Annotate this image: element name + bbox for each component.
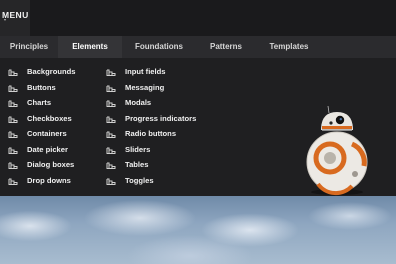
component-icon	[106, 116, 116, 123]
menu-item-charts[interactable]: Charts	[8, 95, 76, 111]
tab-templates[interactable]: Templates	[256, 36, 322, 58]
component-icon	[8, 69, 18, 76]
menu-item-label: Drop downs	[27, 175, 71, 185]
menu-item-modals[interactable]: Modals	[106, 95, 196, 111]
component-icon	[8, 147, 18, 154]
menu-item-label: Dialog boxes	[27, 160, 75, 169]
menu-item-label: Progress indicators	[125, 113, 197, 123]
menu-item-label: Toggles	[125, 175, 154, 185]
menu-item-drop-downs[interactable]: Drop downs	[8, 173, 76, 189]
caret-down-icon	[4, 19, 6, 21]
bb8-droid-image	[306, 105, 368, 196]
menu-item-label: Containers	[27, 129, 67, 138]
tab-bar: Principles Elements Foundations Patterns…	[0, 36, 396, 58]
elements-column-2: Input fields Messaging Modals Progress indi…	[106, 64, 196, 188]
menu-item-toggles[interactable]: Toggles	[106, 173, 196, 189]
component-icon	[106, 147, 116, 154]
menu-item-backgrounds[interactable]: Backgrounds	[8, 64, 76, 80]
menu-item-containers[interactable]: Containers	[8, 126, 76, 142]
menu-item-radio-buttons[interactable]: Radio buttons	[106, 126, 196, 142]
tab-patterns[interactable]: Patterns	[196, 36, 256, 58]
menu-item-tables[interactable]: Tables	[106, 157, 196, 173]
menu-item-sliders[interactable]: Sliders	[106, 142, 196, 158]
component-icon	[8, 162, 18, 169]
menu-item-label: Buttons	[27, 82, 56, 92]
tab-principles[interactable]: Principles	[0, 36, 58, 58]
component-icon	[8, 100, 18, 107]
menu-item-label: Backgrounds	[27, 67, 76, 76]
component-icon	[8, 131, 18, 138]
menu-item-progress-indicators[interactable]: Progress indicators	[106, 111, 196, 127]
menu-button[interactable]: MENU	[0, 0, 30, 36]
menu-item-input-fields[interactable]: Input fields	[106, 64, 196, 80]
menu-item-label: Messaging	[125, 82, 165, 92]
component-icon	[106, 178, 116, 185]
component-icon	[106, 162, 116, 169]
menu-item-label: Checkboxes	[27, 113, 72, 123]
menu-item-buttons[interactable]: Buttons	[8, 80, 76, 96]
top-bar: MENU	[0, 0, 396, 36]
sky-background-image	[0, 196, 396, 264]
component-icon	[8, 85, 18, 92]
component-icon	[8, 178, 18, 185]
menu-item-dialog-boxes[interactable]: Dialog boxes	[8, 157, 76, 173]
tab-foundations[interactable]: Foundations	[122, 36, 196, 58]
component-icon	[106, 100, 116, 107]
menu-item-date-picker[interactable]: Date picker	[8, 142, 76, 158]
menu-item-label: Date picker	[27, 144, 68, 154]
menu-item-messaging[interactable]: Messaging	[106, 80, 196, 96]
elements-column-1: Backgrounds Buttons Charts Checkboxes Contai…	[8, 64, 76, 188]
menu-item-label: Modals	[125, 98, 152, 107]
component-icon	[8, 116, 18, 123]
menu-item-label: Charts	[27, 98, 52, 107]
tab-elements[interactable]: Elements	[58, 36, 122, 58]
menu-item-label: Input fields	[125, 67, 166, 76]
menu-item-label: Radio buttons	[125, 129, 177, 138]
menu-item-label: Tables	[125, 160, 149, 169]
component-icon	[106, 69, 116, 76]
menu-item-label: Sliders	[125, 144, 151, 154]
component-icon	[106, 85, 116, 92]
menu-item-checkboxes[interactable]: Checkboxes	[8, 111, 76, 127]
component-icon	[106, 131, 116, 138]
